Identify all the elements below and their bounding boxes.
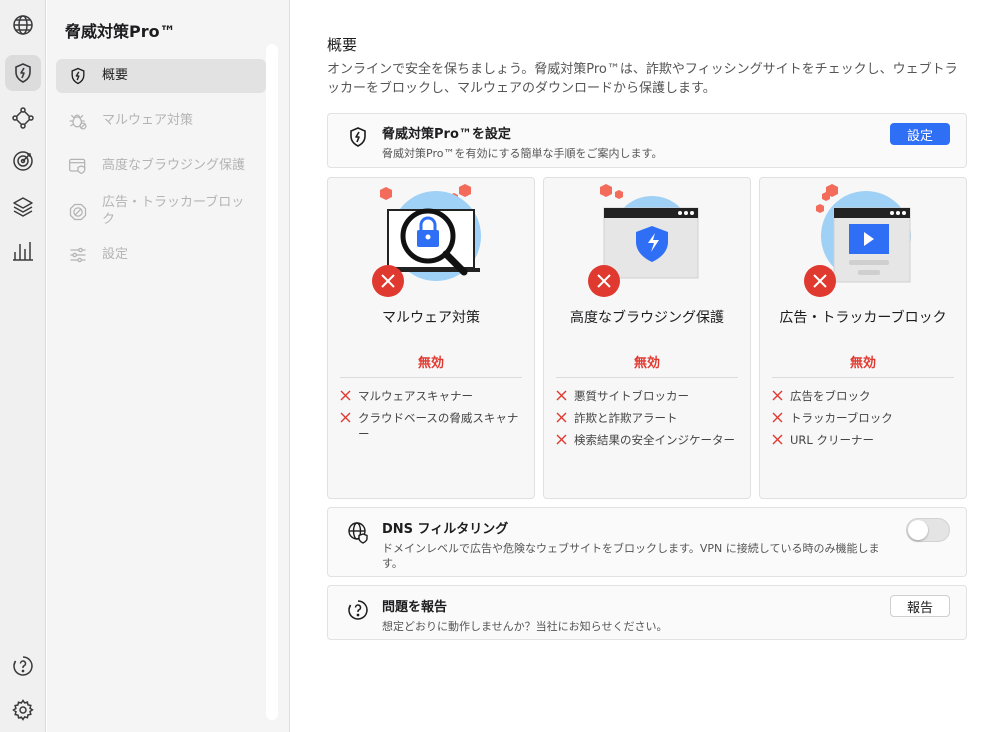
shield-bolt-icon[interactable] [5, 55, 41, 91]
card-title: マルウェア対策 [382, 310, 480, 326]
sidebar-item-label: 概要 [102, 68, 129, 83]
status-badge: 無効 [633, 356, 660, 371]
card-ad-tracker-block[interactable]: 広告・トラッカーブロック 無効 広告をブロック トラッカーブロック URL クリ… [759, 177, 967, 499]
shield-bolt-icon [71, 67, 85, 85]
toggle-knob [908, 520, 928, 540]
x-icon [556, 390, 567, 401]
list-item: URL クリーナー [772, 432, 956, 448]
help-icon [348, 600, 368, 620]
layers-icon[interactable] [5, 188, 41, 224]
sidebar-item-malware[interactable]: マルウェア対策 [56, 104, 266, 138]
sidebar-item-label: マルウェア対策 [102, 113, 194, 128]
sidebar-item-browsing-protection[interactable]: 高度なブラウジング保護 [56, 149, 266, 183]
sidebar-scrollbar[interactable] [266, 44, 278, 720]
feature-list: 悪質サイトブロッカー 詐欺と詐欺アラート 検索結果の安全インジケーター [556, 388, 740, 454]
sidebar-item-label: 高度なブラウジング保護 [102, 158, 246, 173]
sidebar-item-overview[interactable]: 概要 [56, 59, 266, 93]
x-icon [556, 412, 567, 423]
card-title: 広告・トラッカーブロック [779, 310, 947, 326]
report-desc: 想定どおりに動作しませんか？当社にお知らせください。 [382, 620, 668, 633]
dns-title: DNS フィルタリング [382, 522, 509, 537]
divider [340, 377, 522, 378]
x-icon [772, 412, 783, 423]
card-title: 高度なブラウジング保護 [570, 310, 724, 326]
sidebar: 脅威対策Pro™ 概要 マルウェア対策 高度なブラウジング保護 広告・トラッカー… [47, 0, 290, 732]
dns-desc: ドメインレベルで広告や危険なウェブサイトをブロックします。VPN に接続している… [382, 542, 880, 570]
bar-chart-icon[interactable] [5, 233, 41, 269]
browser-shield-icon [69, 158, 86, 175]
icon-rail [0, 0, 46, 732]
intro-text: オンラインで安全を保ちましょう。脅威対策Pro™は、詐欺やフィッシングサイトをチ… [327, 62, 958, 96]
sidebar-item-ad-tracker-block[interactable]: 広告・トラッカーブロック [56, 186, 266, 230]
gear-icon[interactable] [5, 692, 41, 728]
list-item: マルウェアスキャナー [340, 388, 524, 404]
card-browsing-protection[interactable]: 高度なブラウジング保護 無効 悪質サイトブロッカー 詐欺と詐欺アラート 検索結果… [543, 177, 751, 499]
divider [772, 377, 954, 378]
disabled-x-icon [588, 265, 620, 297]
target-icon[interactable] [5, 143, 41, 179]
card-malware[interactable]: マルウェア対策 無効 マルウェアスキャナー クラウドベースの脅威スキャナー [327, 177, 535, 499]
globe-shield-icon [348, 522, 368, 544]
list-item: 詐欺と詐欺アラート [556, 410, 740, 426]
sidebar-item-label: 設定 [102, 247, 129, 262]
setup-title: 脅威対策Pro™を設定 [382, 127, 511, 142]
shield-bolt-icon [350, 127, 366, 147]
block-icon [69, 203, 87, 221]
x-icon [772, 390, 783, 401]
help-icon[interactable] [5, 648, 41, 684]
dns-toggle[interactable] [906, 518, 950, 542]
report-title: 問題を報告 [382, 600, 448, 615]
setup-button[interactable]: 設定 [890, 123, 950, 145]
page-title: 概要 [327, 36, 358, 54]
bug-icon [69, 114, 87, 130]
disabled-x-icon [804, 265, 836, 297]
disabled-x-icon [372, 265, 404, 297]
mesh-network-icon[interactable] [5, 100, 41, 136]
divider [556, 377, 738, 378]
x-icon [340, 390, 351, 401]
dns-panel: DNS フィルタリング ドメインレベルで広告や危険なウェブサイトをブロックします… [327, 507, 967, 577]
feature-list: 広告をブロック トラッカーブロック URL クリーナー [772, 388, 956, 454]
globe-icon[interactable] [5, 7, 41, 43]
x-icon [340, 412, 351, 423]
setup-panel: 脅威対策Pro™を設定 脅威対策Pro™を有効にする簡単な手順をご案内します。 … [327, 113, 967, 168]
list-item: 悪質サイトブロッカー [556, 388, 740, 404]
status-badge: 無効 [417, 356, 444, 371]
app-title: 脅威対策Pro™ [65, 22, 176, 41]
list-item: トラッカーブロック [772, 410, 956, 426]
status-badge: 無効 [849, 356, 876, 371]
x-icon [556, 434, 567, 445]
report-panel: 問題を報告 想定どおりに動作しませんか？当社にお知らせください。 報告 [327, 585, 967, 640]
setup-desc: 脅威対策Pro™を有効にする簡単な手順をご案内します。 [382, 147, 663, 160]
feature-list: マルウェアスキャナー クラウドベースの脅威スキャナー [340, 388, 524, 448]
report-button[interactable]: 報告 [890, 595, 950, 617]
sliders-icon [70, 247, 86, 263]
list-item: 広告をブロック [772, 388, 956, 404]
sidebar-item-label: 広告・トラッカーブロック [102, 195, 245, 227]
x-icon [772, 434, 783, 445]
sidebar-item-settings[interactable]: 設定 [56, 238, 266, 272]
list-item: クラウドベースの脅威スキャナー [340, 410, 524, 442]
list-item: 検索結果の安全インジケーター [556, 432, 740, 448]
